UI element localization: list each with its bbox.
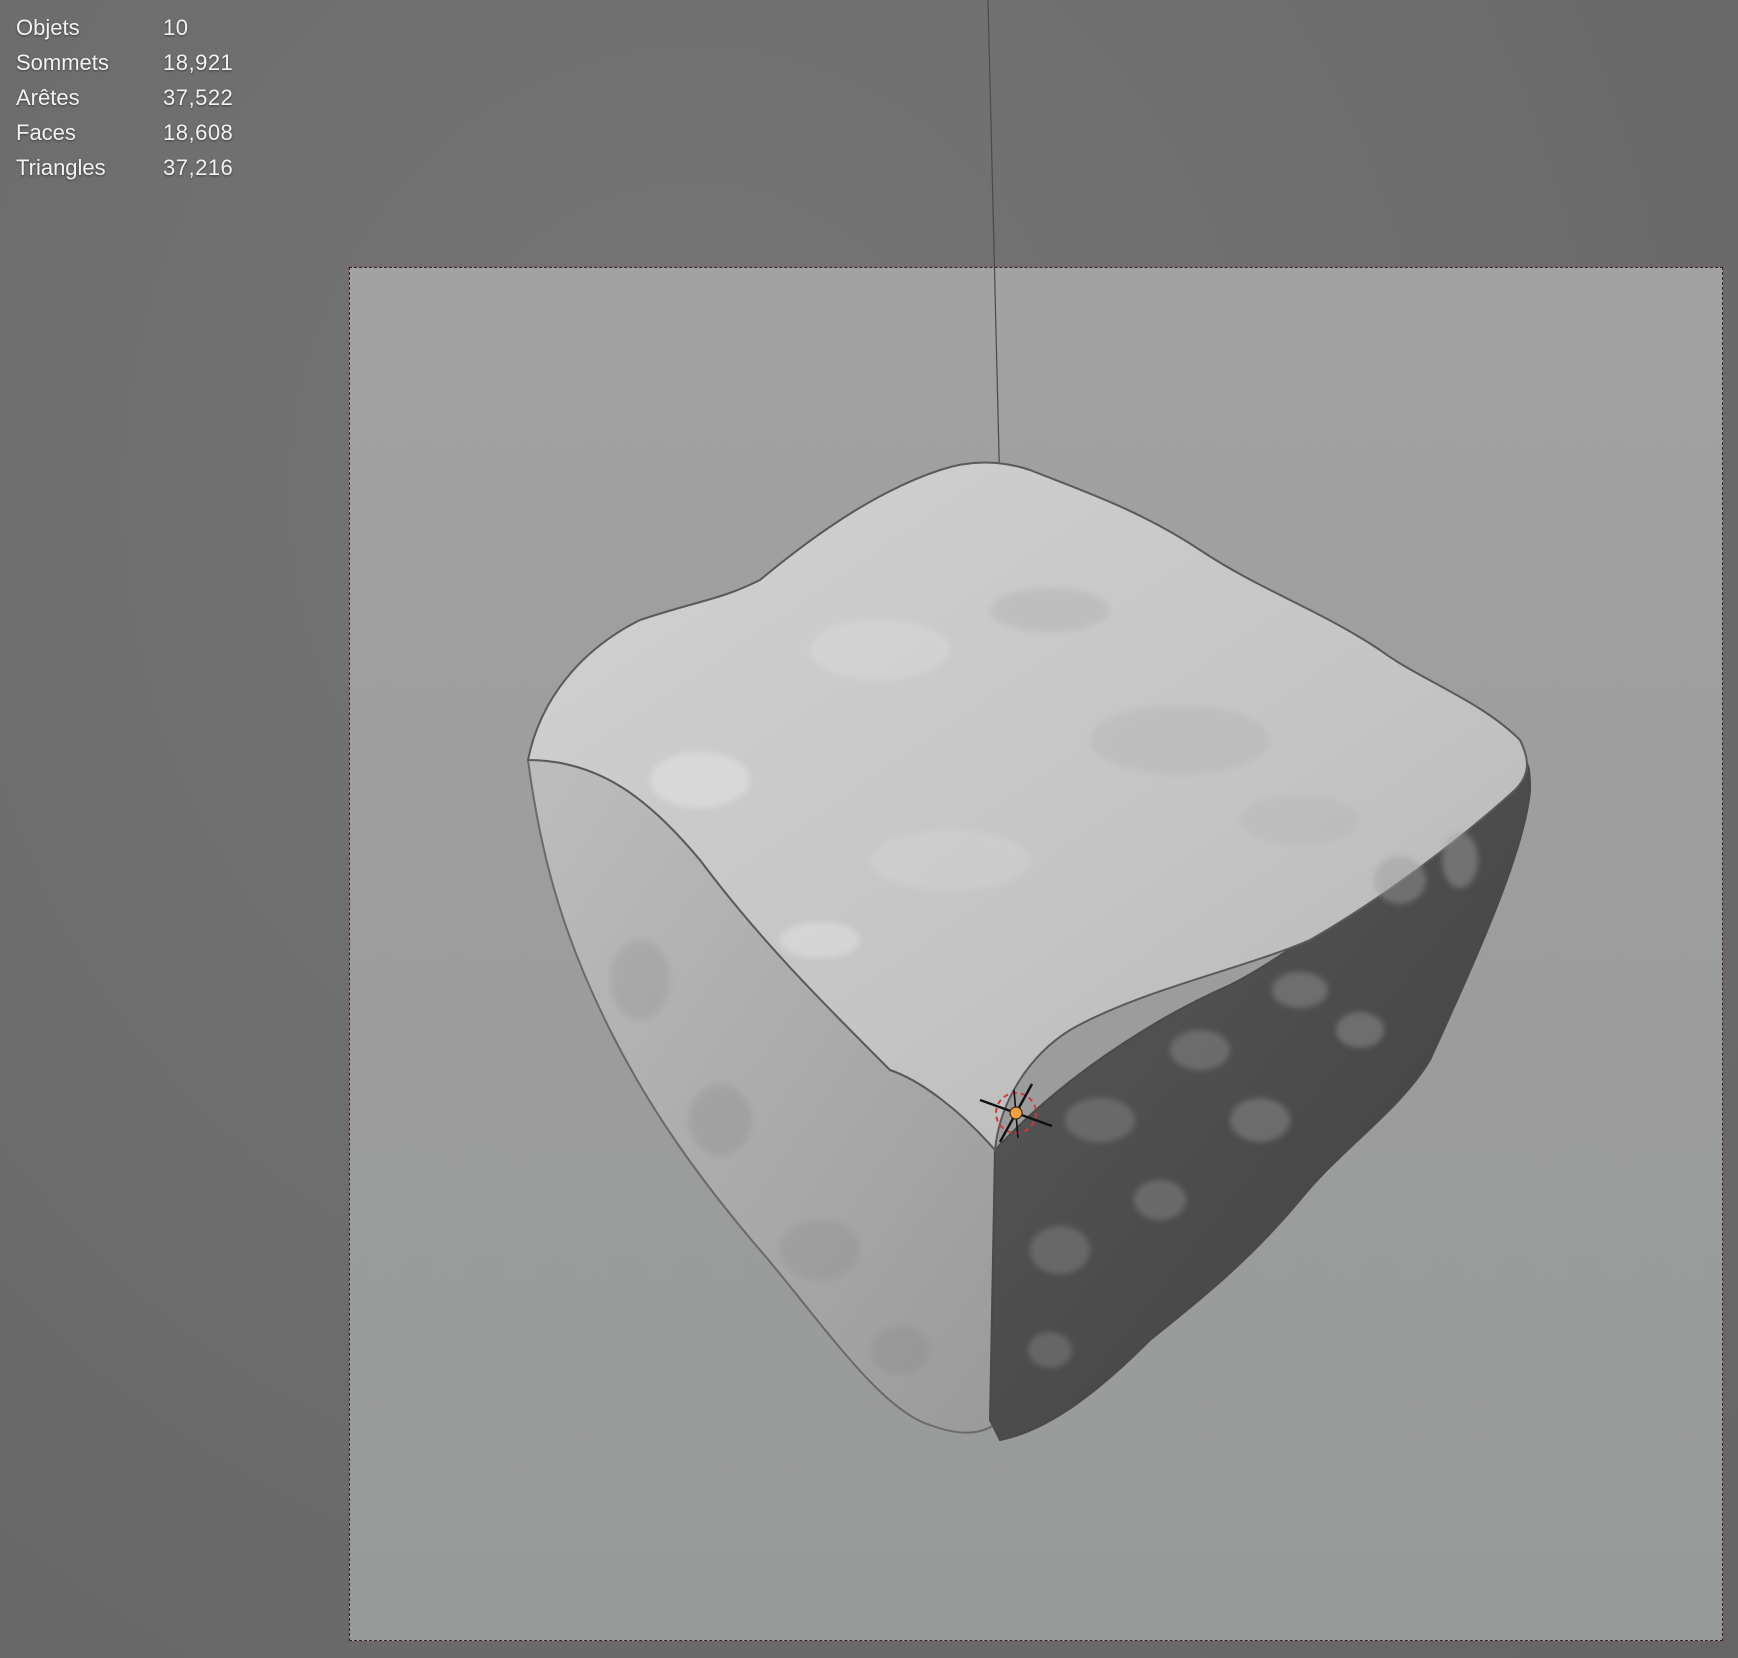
3d-viewport[interactable]: Objets 10 Sommets 18,921 Arêtes 37,522 F… [0,0,1738,1658]
object-origin-icon [1009,1106,1023,1120]
scene-render [526,0,1532,1442]
rock-cube-mesh[interactable] [526,461,1532,1442]
